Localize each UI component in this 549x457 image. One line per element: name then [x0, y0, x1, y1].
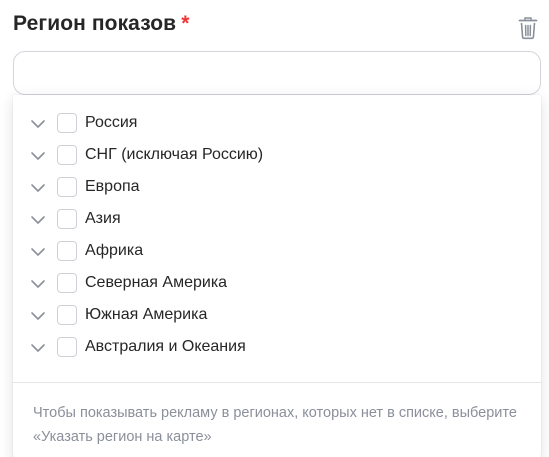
region-item[interactable]: Южная Америка: [13, 299, 541, 331]
region-dropdown: Россия СНГ (исключая Россию) Европа Азия Афр…: [13, 95, 541, 457]
region-label: Азия: [85, 210, 121, 227]
chevron-down-icon[interactable]: [30, 213, 46, 225]
chevron-down-icon[interactable]: [30, 117, 46, 129]
region-checkbox[interactable]: [57, 113, 77, 133]
region-checkbox[interactable]: [57, 145, 77, 165]
region-item[interactable]: Северная Америка: [13, 267, 541, 299]
hint-text: Чтобы показывать рекламу в регионах, кот…: [33, 405, 517, 445]
divider: [13, 382, 541, 383]
region-label: Европа: [85, 178, 140, 195]
region-item[interactable]: Азия: [13, 203, 541, 235]
region-checkbox[interactable]: [57, 177, 77, 197]
chevron-down-icon[interactable]: [30, 277, 46, 289]
region-checkbox[interactable]: [57, 209, 77, 229]
region-item[interactable]: Европа: [13, 171, 541, 203]
chevron-down-icon[interactable]: [30, 181, 46, 193]
chevron-down-icon[interactable]: [30, 149, 46, 161]
region-checkbox[interactable]: [57, 241, 77, 261]
required-mark: *: [181, 12, 190, 35]
region-label: Северная Америка: [85, 274, 228, 291]
region-checkbox[interactable]: [57, 305, 77, 325]
field-header: Регион показов *: [13, 10, 541, 40]
region-checkbox[interactable]: [57, 273, 77, 293]
chevron-down-icon[interactable]: [30, 245, 46, 257]
region-label: СНГ (исключая Россию): [85, 146, 264, 163]
region-item[interactable]: Россия: [13, 107, 541, 139]
region-search-input[interactable]: [13, 51, 541, 95]
region-item[interactable]: Африка: [13, 235, 541, 267]
region-list: Россия СНГ (исключая Россию) Европа Азия Афр…: [13, 107, 541, 363]
region-label: Южная Америка: [85, 306, 208, 323]
chevron-down-icon[interactable]: [30, 341, 46, 353]
region-item[interactable]: Австралия и Океания: [13, 331, 541, 363]
region-label: Россия: [85, 114, 138, 131]
field-title: Регион показов *: [13, 10, 189, 38]
chevron-down-icon[interactable]: [30, 309, 46, 321]
trash-icon[interactable]: [518, 16, 538, 40]
region-label: Африка: [85, 242, 144, 259]
region-label: Австралия и Океания: [85, 338, 246, 355]
field-title-text: Регион показов: [13, 12, 177, 35]
region-item[interactable]: СНГ (исключая Россию): [13, 139, 541, 171]
region-checkbox[interactable]: [57, 337, 77, 357]
